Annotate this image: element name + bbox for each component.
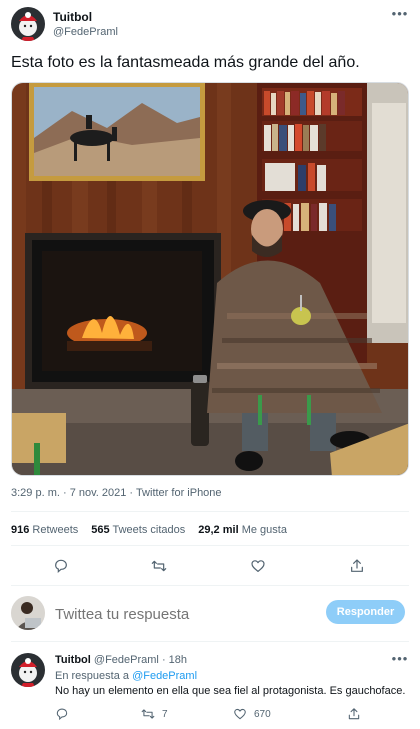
- author-avatar[interactable]: [11, 7, 45, 41]
- reply-like-button[interactable]: 670: [233, 706, 271, 722]
- share-icon: [351, 559, 363, 572]
- reply-like-count: 670: [254, 708, 271, 720]
- reply-retweet-count: 7: [162, 708, 168, 720]
- like-button[interactable]: [248, 556, 268, 576]
- tweet-actions: [11, 556, 409, 576]
- reply-context: En respuesta a @FedePraml: [55, 670, 197, 682]
- heart-icon: [251, 560, 265, 572]
- reply-actions: 7 670: [55, 706, 409, 722]
- retweets-label: Retweets: [32, 524, 79, 536]
- heart-icon: [234, 708, 246, 720]
- reply-text: No hay un elemento en ella que sea fiel …: [55, 685, 406, 697]
- tweet-page: Tuitbol @FedePraml ••• Esta foto es la f…: [0, 0, 420, 729]
- tweet-stats: 916 Retweets 565 Tweets citados 29,2 mil…: [11, 524, 287, 536]
- reply-author-name[interactable]: Tuitbol: [55, 654, 91, 666]
- author-info[interactable]: Tuitbol @FedePraml: [53, 10, 118, 39]
- retweet-icon: [151, 560, 167, 572]
- likes-stat[interactable]: 29,2 mil Me gusta: [198, 524, 287, 536]
- retweets-stat[interactable]: 916 Retweets: [11, 524, 78, 536]
- more-icon[interactable]: •••: [391, 7, 409, 23]
- quotes-label: Tweets citados: [112, 524, 186, 536]
- reply-mention[interactable]: @FedePraml: [132, 670, 197, 682]
- reply-input[interactable]: [55, 604, 285, 624]
- reply-button[interactable]: [51, 556, 71, 576]
- retweet-icon: [141, 709, 155, 719]
- reply-share-button[interactable]: [347, 706, 361, 722]
- reply-tweet[interactable]: Tuitbol @FedePraml · 18h ••• En respuest…: [11, 651, 409, 726]
- divider: [11, 545, 409, 546]
- author-name[interactable]: Tuitbol: [53, 10, 118, 24]
- retweet-button[interactable]: [149, 556, 169, 576]
- reply-composer: Responder: [11, 596, 409, 630]
- quotes-count: 565: [91, 524, 110, 536]
- divider: [11, 585, 409, 586]
- quotes-stat[interactable]: 565 Tweets citados: [91, 524, 185, 536]
- reply-icon: [55, 559, 67, 573]
- divider: [11, 511, 409, 512]
- reply-retweet-button[interactable]: 7: [141, 706, 168, 722]
- reply-separator: ·: [161, 654, 166, 666]
- more-icon[interactable]: •••: [391, 652, 409, 668]
- share-button[interactable]: [347, 556, 367, 576]
- reply-header: Tuitbol @FedePraml · 18h: [55, 654, 187, 666]
- likes-count: 29,2 mil: [198, 524, 239, 536]
- likes-label: Me gusta: [241, 524, 287, 536]
- tweet-photo[interactable]: [11, 82, 409, 476]
- retweets-count: 916: [11, 524, 30, 536]
- user-avatar[interactable]: [11, 596, 45, 630]
- reply-prefix: En respuesta a: [55, 670, 129, 682]
- tweet-timestamp[interactable]: 3:29 p. m. · 7 nov. 2021 · Twitter for i…: [11, 487, 222, 499]
- reply-reply-button[interactable]: [55, 706, 69, 722]
- author-handle[interactable]: @FedePraml: [53, 25, 118, 39]
- respond-button[interactable]: Responder: [326, 600, 405, 624]
- share-icon: [348, 708, 360, 720]
- reply-author-handle[interactable]: @FedePraml: [94, 654, 159, 666]
- divider: [11, 641, 409, 642]
- tweet-header: Tuitbol @FedePraml •••: [11, 7, 409, 43]
- reply-author-avatar[interactable]: [11, 653, 45, 687]
- reply-time[interactable]: 18h: [169, 654, 187, 666]
- reply-icon: [56, 708, 68, 721]
- tweet-text: Esta foto es la fantasmeada más grande d…: [11, 54, 360, 71]
